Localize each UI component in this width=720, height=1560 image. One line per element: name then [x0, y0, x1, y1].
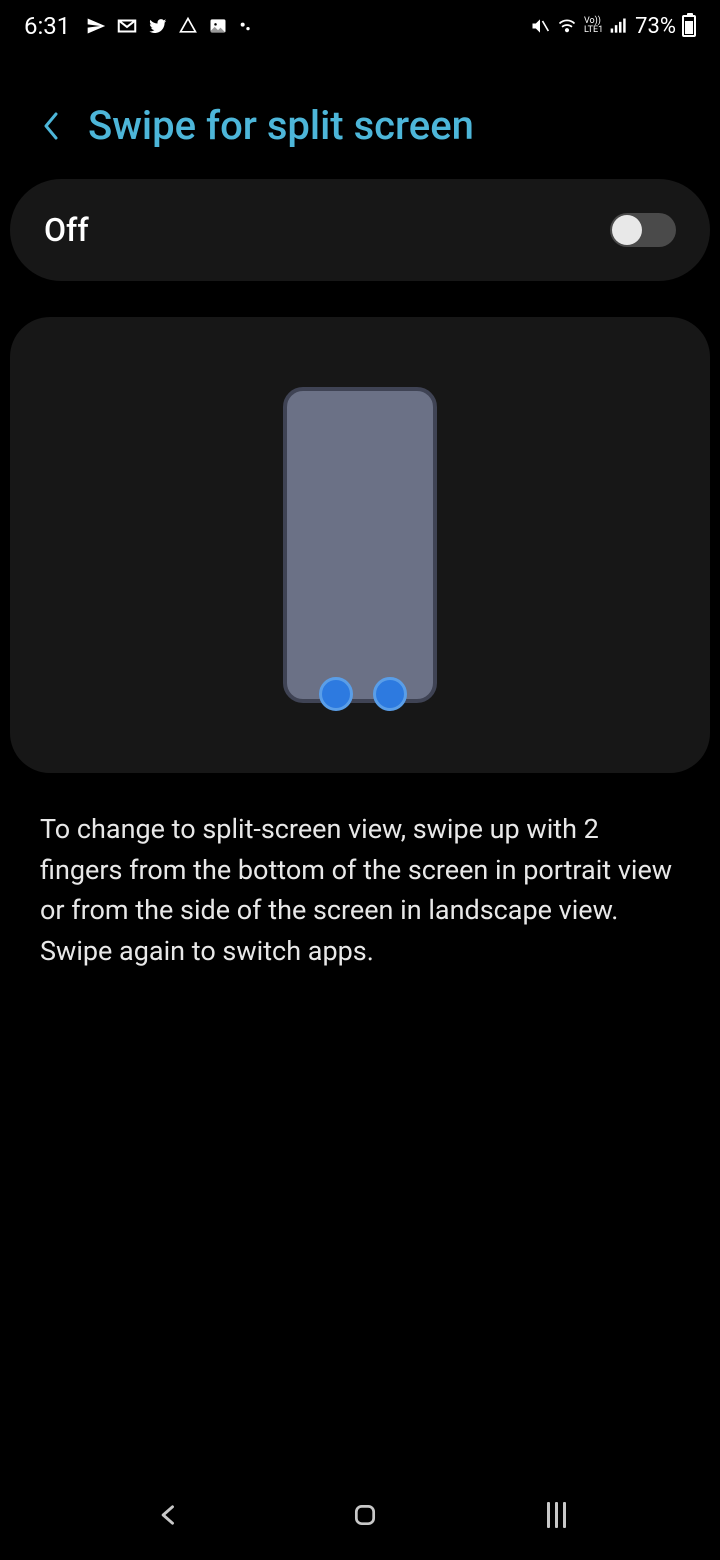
status-time: 6:31 [24, 12, 70, 40]
volte-icon: Vo))LTE1 [584, 17, 603, 35]
page-header: Swipe for split screen [0, 52, 720, 179]
wifi-icon [556, 16, 578, 36]
page-title: Swipe for split screen [88, 102, 474, 149]
toggle-state-label: Off [44, 211, 89, 249]
toggle-switch[interactable] [610, 213, 676, 247]
image-icon [208, 16, 228, 36]
gesture-preview [10, 317, 710, 773]
finger-indicator-icon [373, 677, 407, 711]
status-right: Vo))LTE1 73% [530, 14, 696, 39]
status-left: 6:31 [24, 12, 254, 40]
twitter-icon [148, 16, 168, 36]
battery-icon [682, 15, 696, 37]
telegram-icon [86, 16, 106, 36]
signal-icon [609, 16, 629, 36]
description-text: To change to split-screen view, swipe up… [0, 773, 720, 971]
nav-home-button[interactable] [352, 1502, 378, 1528]
nav-back-button[interactable] [155, 1501, 183, 1529]
toggle-knob [612, 215, 642, 245]
more-notifications-icon [238, 18, 254, 34]
battery-percent: 73% [635, 14, 676, 39]
back-button[interactable] [40, 108, 64, 144]
nav-recents-button[interactable] [547, 1502, 566, 1528]
status-bar: 6:31 Vo))LTE1 73% [0, 0, 720, 52]
mute-icon [530, 16, 550, 36]
finger-indicator-icon [319, 677, 353, 711]
drive-icon [178, 16, 198, 36]
navigation-bar [0, 1480, 720, 1560]
phone-illustration [283, 387, 437, 703]
toggle-card[interactable]: Off [10, 179, 710, 281]
gmail-icon [116, 15, 138, 37]
